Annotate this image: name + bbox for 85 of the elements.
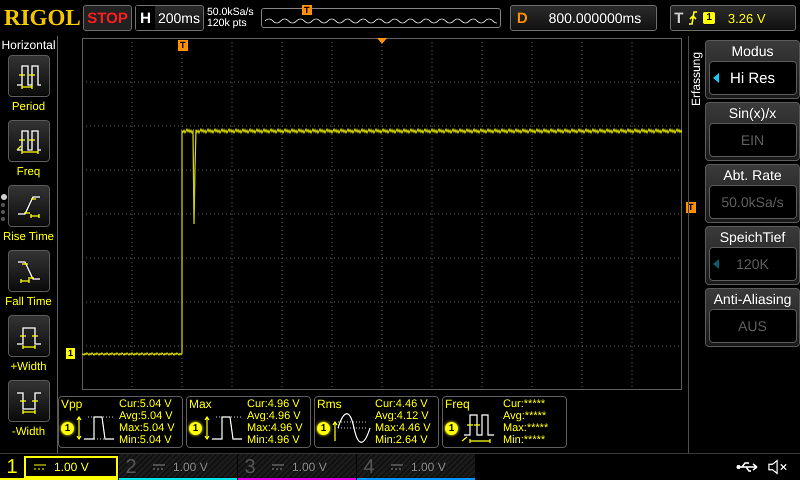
measurement-value: Cur:***** — [503, 398, 546, 410]
measurement-name: Freq — [445, 398, 471, 411]
measurement-panel[interactable]: Rms 1 Cur:4.46 V Avg:4.12 V Max:4.46 V Min:2.64 V — [314, 396, 439, 448]
measurement-value: Cur:4.46 V — [375, 398, 429, 410]
measurement-value: Min:***** — [503, 434, 546, 446]
channel-tab[interactable]: 1 1.00 V — [0, 454, 118, 480]
measurement-value: Avg:4.12 V — [375, 410, 430, 422]
trigger-position-marker[interactable]: T — [178, 40, 188, 51]
measure-label: Fall Time — [5, 295, 52, 310]
measurement-value: Avg:***** — [503, 410, 548, 422]
measurement-value: Min:5.04 V — [119, 434, 173, 446]
dc-coupling-icon — [153, 464, 165, 470]
measurement-panel[interactable]: Vpp 1 Cur:5.04 V Avg:5.04 V Max:5.04 V Min:5.04 V — [58, 396, 183, 448]
trigger-level: 3.26 V — [728, 10, 766, 26]
sample-rate: 50.0kSa/s — [206, 7, 255, 18]
trigger-key: T — [674, 10, 684, 26]
run-stop-button[interactable]: STOP — [83, 5, 132, 31]
channel-scale: 1.00 V — [411, 460, 446, 474]
timebase-value: 200ms — [156, 10, 201, 26]
sidebar-title: Horizontal — [1, 38, 56, 52]
menu-item-label: Modus — [731, 42, 774, 61]
measurement-name: Max — [189, 398, 213, 411]
delay-display[interactable]: D 800.000000ms — [510, 5, 658, 31]
channel-badge: 1 — [445, 422, 458, 434]
channel-badge: 1 — [703, 12, 715, 24]
channel-tab[interactable]: 4 1.00 V — [357, 454, 475, 480]
measure-label: +Width — [10, 360, 47, 375]
measurement-name: Rms — [317, 398, 343, 411]
channel-offset-marker[interactable]: 1 — [66, 348, 76, 359]
channel-badge: 1 — [317, 422, 330, 434]
measure-button[interactable] — [8, 120, 50, 162]
trigger-position-marker: T — [302, 5, 312, 15]
wave-icon — [265, 17, 497, 25]
trigger-display[interactable]: T 1 3.26 V — [670, 5, 796, 31]
page-dot[interactable] — [1, 194, 7, 200]
measurement-value: Avg:5.04 V — [119, 410, 174, 422]
menu-item-label: SpeichTief — [720, 228, 786, 247]
muted-speaker-icon[interactable] — [768, 459, 788, 475]
measurement-name: Vpp — [61, 398, 84, 411]
menu-item-label: Abt. Rate — [723, 166, 782, 185]
center-marker-icon — [377, 38, 387, 44]
channel-badge: 1 — [189, 422, 202, 434]
measure-label: Rise Time — [2, 230, 54, 245]
measure-button[interactable] — [8, 315, 50, 357]
measurement-value: Max:4.46 V — [375, 422, 431, 434]
measurement-panel[interactable]: Max 1 Cur:4.96 V Avg:4.96 V Max:4.96 V Min:4.96 V — [186, 396, 311, 448]
measure-label: -Width — [12, 425, 46, 440]
dc-coupling-icon — [272, 464, 284, 470]
channel-tab[interactable]: 2 1.00 V — [119, 454, 237, 480]
measurement-value: Cur:5.04 V — [119, 398, 173, 410]
measurement-value: Min:4.96 V — [247, 434, 301, 446]
measure-label: Freq — [16, 165, 40, 180]
timebase-display[interactable]: H 200ms — [135, 5, 204, 31]
dc-coupling-icon — [391, 464, 403, 470]
menu-value-field[interactable]: Hi Res — [708, 61, 796, 95]
channel-scale: 1.00 V — [292, 460, 327, 474]
menu-item-label: Anti-Aliasing — [714, 290, 792, 309]
menu-title: Erfassung — [689, 50, 704, 106]
measure-label: Period — [12, 100, 46, 115]
brand-logo: RIGOL — [4, 5, 80, 31]
timebase-key: H — [136, 6, 155, 30]
channel-scale: 1.00 V — [54, 460, 89, 474]
dc-coupling-icon — [34, 464, 46, 470]
usb-icon — [736, 461, 760, 473]
measurement-value: Max:4.96 V — [247, 422, 303, 434]
measurement-value: Avg:4.96 V — [247, 410, 302, 422]
measurement-panel[interactable]: Freq 1 Cur:***** Avg:***** Max:***** Min:***** — [442, 396, 567, 448]
channel-tab[interactable]: 3 1.00 V — [238, 454, 356, 480]
measurement-value: Max:***** — [503, 422, 548, 434]
channel-scale: 1.00 V — [173, 460, 208, 474]
measurement-value: Cur:4.96 V — [247, 398, 301, 410]
measure-button[interactable] — [8, 185, 50, 227]
measurement-value: Max:5.04 V — [119, 422, 175, 434]
memory-depth: 120k pts — [206, 18, 248, 29]
measurement-value: Min:2.64 V — [375, 434, 429, 446]
page-dot[interactable] — [1, 203, 5, 207]
delay-value: 800.000000ms — [548, 10, 642, 26]
page-dot[interactable] — [1, 210, 5, 214]
measure-button[interactable] — [8, 380, 50, 422]
delay-key: D — [510, 10, 534, 26]
menu-item-label: Sin(x)/x — [728, 104, 776, 123]
channel-badge: 1 — [61, 422, 74, 434]
page-dot[interactable] — [1, 217, 5, 221]
measure-button[interactable] — [8, 55, 50, 97]
measure-button[interactable] — [8, 250, 50, 292]
